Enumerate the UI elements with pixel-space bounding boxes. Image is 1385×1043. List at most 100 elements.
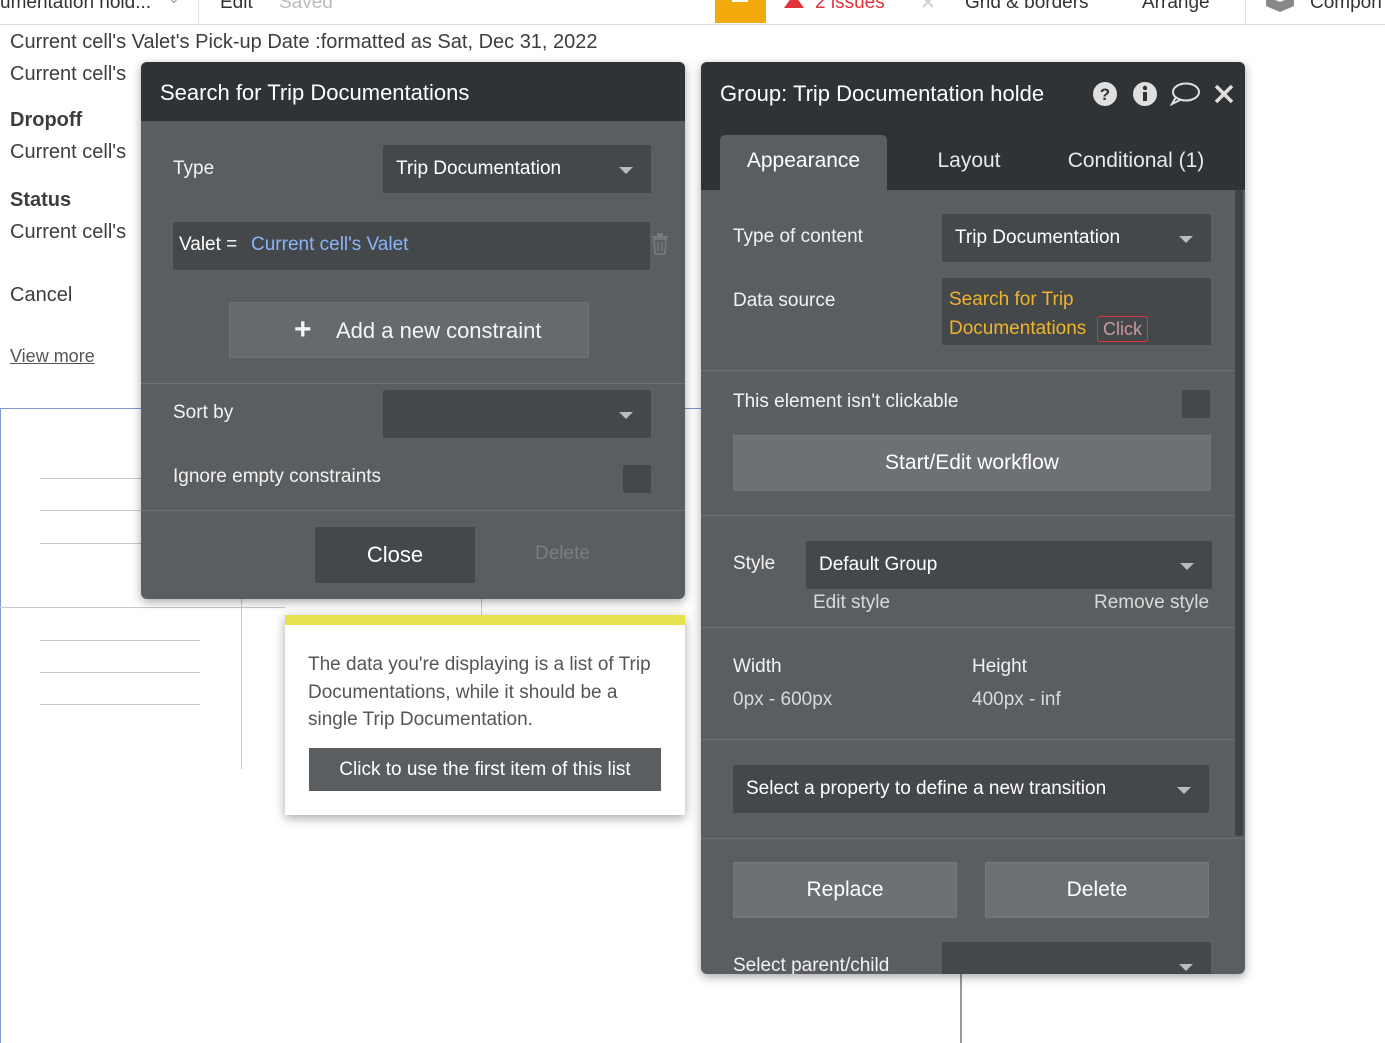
comment-icon[interactable] [1170, 81, 1200, 107]
tab-conditional[interactable]: Conditional (1) [1051, 135, 1221, 190]
components-menu[interactable]: Compon [1310, 0, 1382, 14]
selection-outline [0, 408, 1, 1043]
placeholder-line [40, 510, 141, 511]
editor-top-bar: umentation hold... ⌄ Edit Saved 2 issues… [0, 0, 1385, 25]
height-value[interactable]: 400px - inf [972, 689, 1061, 711]
tab-appearance[interactable]: Appearance [720, 135, 887, 190]
info-icon[interactable] [1132, 81, 1158, 107]
page-selector[interactable]: umentation hold... [0, 0, 151, 14]
upgrade-icon[interactable] [715, 0, 766, 23]
grid-borders-menu[interactable]: Grid & borders [965, 0, 1089, 14]
popup-title: Search for Trip Documentations [160, 80, 470, 105]
issues-indicator[interactable]: 2 issues [815, 0, 885, 14]
type-of-content-dropdown[interactable]: Trip Documentation [942, 214, 1211, 262]
warning-icon [784, 0, 804, 8]
cancel-text[interactable]: Cancel [10, 284, 72, 307]
trash-icon[interactable] [651, 233, 669, 255]
constraint-row[interactable]: Valet = Current cell's Valet [173, 222, 650, 270]
not-clickable-label: This element isn't clickable [733, 391, 959, 412]
type-of-content-label: Type of content [733, 226, 863, 247]
tab-label: Layout [937, 149, 1001, 172]
element-border [960, 974, 962, 1043]
style-label: Style [733, 553, 776, 574]
placeholder-line [40, 478, 141, 479]
component-icon [1266, 0, 1294, 12]
transition-placeholder: Select a property to define a new transi… [746, 778, 1107, 799]
replace-button-label: Replace [806, 878, 884, 901]
separator [1245, 0, 1246, 24]
edit-style-link[interactable]: Edit style [813, 592, 890, 614]
data-source-expression[interactable]: Documentations [949, 318, 1086, 340]
click-more-tag[interactable]: Click [1097, 316, 1148, 342]
use-first-item-label: Click to use the first item of this list [339, 759, 631, 780]
add-constraint-button[interactable]: + Add a new constraint [229, 302, 589, 358]
divider [141, 510, 685, 511]
tab-label: Conditional (1) [1067, 149, 1205, 172]
height-label: Height [972, 656, 1027, 677]
sort-by-dropdown[interactable] [383, 390, 651, 438]
workflow-button-label: Start/Edit workflow [885, 451, 1059, 474]
placeholder-line [40, 543, 141, 544]
divider [701, 838, 1245, 839]
delete-button-label: Delete [1066, 878, 1128, 901]
saved-status: Saved [279, 0, 333, 13]
help-icon[interactable]: ? [1092, 81, 1118, 107]
width-value[interactable]: 0px - 600px [733, 689, 832, 711]
ignore-empty-checkbox[interactable] [623, 465, 651, 493]
type-dropdown[interactable]: Trip Documentation [383, 145, 651, 193]
divider [701, 515, 1235, 516]
use-first-item-button[interactable]: Click to use the first item of this list [309, 748, 661, 791]
selection-outline [685, 408, 701, 409]
dropoff-heading: Dropoff [10, 109, 83, 131]
tooltip-accent-bar [285, 615, 685, 625]
panel-scrollbar[interactable] [1235, 190, 1243, 836]
close-button-label: Close [366, 542, 424, 567]
add-constraint-label: Add a new constraint [336, 318, 542, 343]
delete-button-disabled: Delete [535, 543, 590, 564]
start-edit-workflow-button[interactable]: Start/Edit workflow [733, 435, 1211, 491]
parent-child-dropdown[interactable] [942, 942, 1211, 974]
arrange-menu[interactable]: Arrange [1142, 0, 1210, 14]
type-of-content-value: Trip Documentation [955, 227, 1121, 248]
divider [701, 739, 1235, 740]
style-dropdown[interactable]: Default Group [806, 541, 1212, 589]
dropdown-caret-icon [619, 412, 633, 419]
data-source-expression[interactable]: Search for Trip [949, 289, 1074, 311]
element-border [241, 599, 242, 769]
data-source-field[interactable]: Search for Trip Documentations Click [942, 278, 1211, 345]
remove-style-link[interactable]: Remove style [1094, 592, 1209, 614]
divider [141, 383, 685, 384]
property-editor-panel: Group: Trip Documentation holde ? Appear… [701, 62, 1245, 974]
close-button[interactable]: Close [315, 527, 475, 583]
list-warning-tooltip: The data you're displaying is a list of … [285, 615, 685, 815]
dropdown-caret-icon [1179, 236, 1193, 243]
dropdown-caret-icon [619, 167, 633, 174]
not-clickable-checkbox[interactable] [1182, 390, 1210, 418]
tab-label: Appearance [746, 149, 861, 172]
element-border [481, 599, 482, 615]
element-border [0, 607, 285, 608]
close-icon[interactable] [1213, 81, 1235, 107]
parent-child-label: Select parent/child [733, 955, 890, 974]
sort-by-label: Sort by [173, 402, 234, 423]
view-more-link[interactable]: View more [10, 346, 95, 367]
type-label: Type [173, 158, 215, 179]
placeholder-line [40, 704, 200, 705]
constraint-value[interactable]: Current cell's Valet [251, 234, 408, 256]
transition-property-dropdown[interactable]: Select a property to define a new transi… [733, 765, 1209, 813]
close-icon[interactable]: ✕ [920, 0, 936, 15]
chevron-down-icon: ⌄ [168, 0, 180, 7]
edit-menu[interactable]: Edit [220, 0, 253, 14]
placeholder-line [40, 672, 200, 673]
popup-header: Search for Trip Documentations [141, 62, 685, 121]
plus-icon: + [294, 313, 312, 346]
replace-button[interactable]: Replace [733, 862, 957, 918]
dropdown-caret-icon [1180, 563, 1194, 570]
pickup-date-text: Current cell's Valet's Pick-up Date :for… [10, 31, 598, 53]
element-title[interactable]: Group: Trip Documentation holde [720, 81, 1070, 107]
type-dropdown-value: Trip Documentation [396, 158, 562, 179]
tab-layout[interactable]: Layout [913, 135, 1025, 190]
ignore-empty-label: Ignore empty constraints [173, 466, 382, 487]
delete-button[interactable]: Delete [985, 862, 1209, 918]
svg-text:?: ? [1100, 85, 1110, 104]
